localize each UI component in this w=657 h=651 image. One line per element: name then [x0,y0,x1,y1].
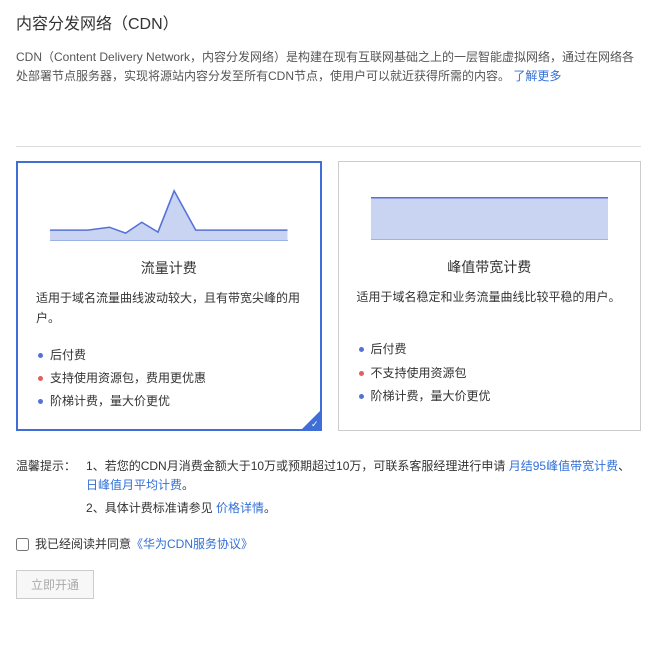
divider [16,146,641,147]
learn-more-link[interactable]: 了解更多 [513,69,561,83]
page-title: 内容分发网络（CDN） [16,12,641,38]
card-desc: 适用于域名稳定和业务流量曲线比较平稳的用户。 [357,288,623,322]
bullet-item: 后付费 [36,346,302,365]
bullet-item: 不支持使用资源包 [357,364,623,383]
pricing-link[interactable]: 价格详情 [216,501,264,515]
page-description: CDN（Content Delivery Network，内容分发网络）是构建在… [16,48,641,86]
tip-link-dailypeak[interactable]: 日峰值月平均计费 [86,478,182,492]
billing-card-1[interactable]: 峰值带宽计费适用于域名稳定和业务流量曲线比较平稳的用户。后付费不支持使用资源包阶… [338,161,642,431]
card-bullets: 后付费支持使用资源包，费用更优惠阶梯计费，量大价更优 [36,346,302,412]
submit-button[interactable]: 立即开通 [16,570,94,599]
tip-link-95peak[interactable]: 月结95峰值带宽计费 [509,459,618,473]
bullet-item: 阶梯计费，量大价更优 [36,392,302,411]
card-bullets: 后付费不支持使用资源包阶梯计费，量大价更优 [357,340,623,406]
tip-2-text: 2、具体计费标准请参见 [86,501,216,515]
agree-checkbox[interactable] [16,538,29,551]
agree-text: 我已经阅读并同意 [35,535,131,554]
card-desc: 适用于域名流量曲线波动较大，且有带宽尖峰的用户。 [36,289,302,327]
flat-chart-icon [371,180,609,240]
tip-1-text: 1、若您的CDN月消费金额大于10万或预期超过10万，可联系客服经理进行申请 [86,459,509,473]
agreement-link[interactable]: 《华为CDN服务协议》 [131,535,253,554]
billing-card-0[interactable]: 流量计费适用于域名流量曲线波动较大，且有带宽尖峰的用户。后付费支持使用资源包，费… [16,161,322,431]
bullet-item: 后付费 [357,340,623,359]
tips-label: 温馨提示： [16,457,76,476]
bullet-item: 阶梯计费，量大价更优 [357,387,623,406]
bullet-item: 支持使用资源包，费用更优惠 [36,369,302,388]
spike-chart-icon [50,181,288,241]
card-title: 流量计费 [36,257,302,279]
tips-block: 温馨提示： 1、若您的CDN月消费金额大于10万或预期超过10万，可联系客服经理… [16,457,641,521]
card-title: 峰值带宽计费 [357,256,623,278]
